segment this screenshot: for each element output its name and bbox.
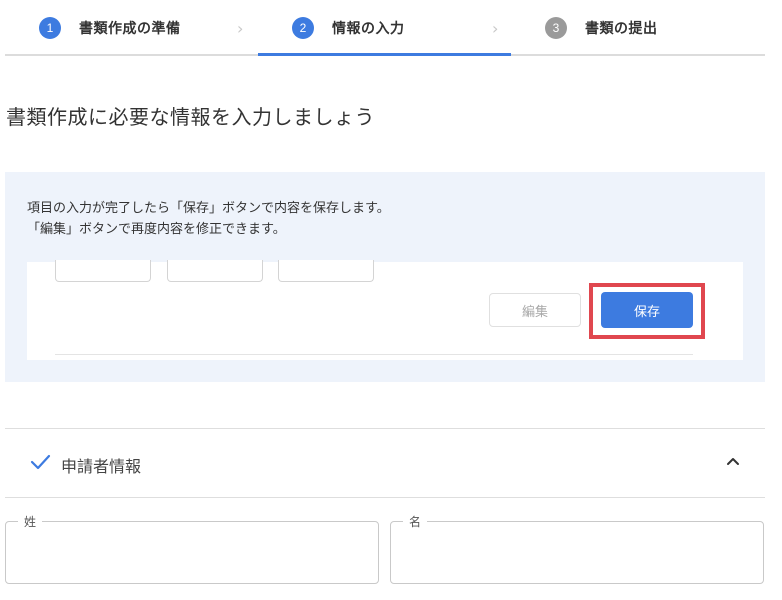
step-label-1: 書類作成の準備 [79, 21, 181, 37]
step-1[interactable]: 1 書類作成の準備 [39, 0, 181, 56]
section-title: 申請者情報 [61, 457, 142, 476]
instruction-text: 項目の入力が完了したら「保存」ボタンで内容を保存します。 「編集」ボタンで再度内… [27, 198, 390, 240]
instruction-panel: 項目の入力が完了したら「保存」ボタンで内容を保存します。 「編集」ボタンで再度内… [5, 172, 765, 382]
last-name-field[interactable]: 姓 [5, 513, 379, 584]
chevron-up-icon[interactable] [723, 451, 743, 471]
chevron-right-icon: › [237, 19, 244, 38]
page-title: 書類作成に必要な情報を入力しましょう [6, 105, 375, 129]
check-icon [29, 451, 51, 473]
step-label-2: 情報の入力 [332, 21, 405, 37]
example-divider [55, 354, 693, 355]
step-3[interactable]: 3 書類の提出 [545, 0, 658, 56]
applicant-info-section-header[interactable]: 申請者情報 [5, 428, 765, 498]
instruction-line-2: 「編集」ボタンで再度内容を修正できます。 [27, 222, 286, 237]
example-field [55, 260, 151, 282]
instruction-line-1: 項目の入力が完了したら「保存」ボタンで内容を保存します。 [27, 201, 390, 216]
step-label-3: 書類の提出 [585, 21, 658, 37]
example-field [278, 260, 374, 282]
step-number-2: 2 [292, 17, 314, 39]
example-image: 編集 保存 [27, 260, 743, 360]
active-step-indicator [258, 53, 511, 56]
first-name-field[interactable]: 名 [390, 513, 764, 584]
step-number-3: 3 [545, 17, 567, 39]
last-name-label: 姓 [18, 513, 43, 530]
example-save-button: 保存 [601, 292, 693, 328]
step-2[interactable]: 2 情報の入力 [292, 0, 405, 56]
first-name-label: 名 [403, 513, 428, 530]
chevron-right-icon: › [492, 19, 499, 38]
step-number-1: 1 [39, 17, 61, 39]
example-edit-button: 編集 [489, 293, 581, 327]
progress-stepper: 1 書類作成の準備 › 2 情報の入力 › 3 書類の提出 [5, 0, 765, 56]
example-field [167, 260, 263, 282]
